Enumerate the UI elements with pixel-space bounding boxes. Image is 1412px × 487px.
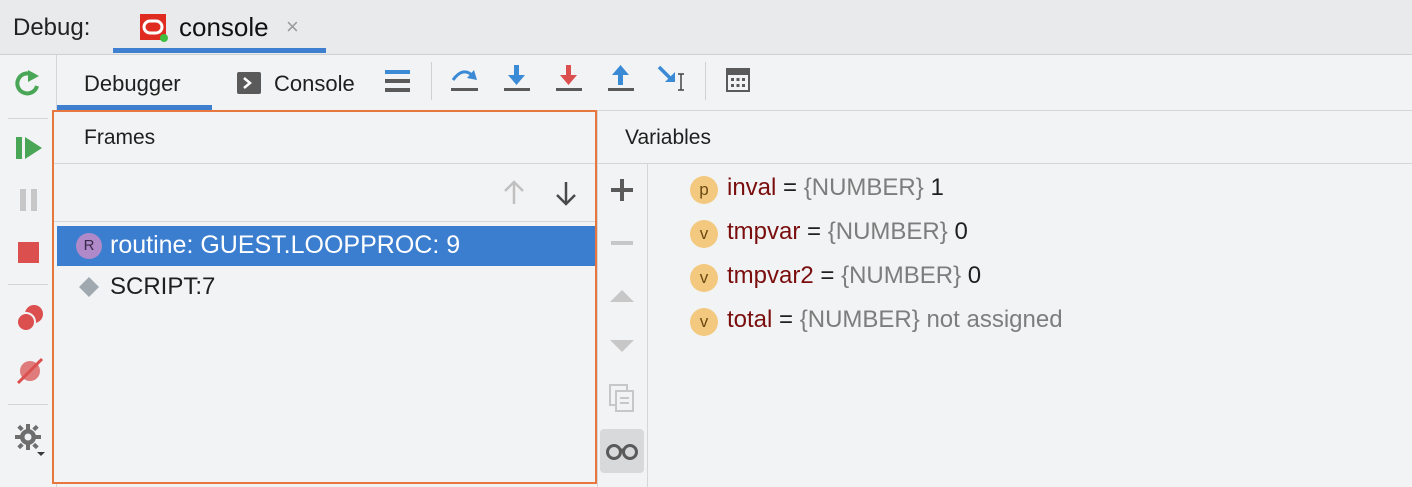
variable-value: 1	[930, 174, 944, 201]
close-icon[interactable]: ×	[286, 14, 299, 40]
divider	[54, 163, 595, 164]
frame-label: routine: GUEST.LOOPPROC: 9	[110, 231, 461, 259]
oracle-db-icon	[140, 14, 168, 42]
mute-breakpoints-icon[interactable]	[15, 356, 45, 386]
step-over-icon[interactable]	[450, 64, 480, 94]
variable-badge-icon: v	[690, 220, 718, 248]
toolbar-separator	[8, 118, 48, 119]
panel-divider[interactable]	[597, 110, 598, 487]
variables-title: Variables	[625, 126, 711, 149]
tab-debugger[interactable]: Debugger	[84, 71, 181, 97]
add-watch-plus-icon[interactable]	[611, 179, 633, 201]
routine-badge-icon: R	[76, 233, 102, 259]
variable-name: total	[727, 306, 773, 333]
active-tab-indicator	[113, 48, 326, 53]
remove-watch-minus-icon[interactable]	[611, 240, 633, 246]
console-tab-label: console	[179, 12, 269, 42]
variable-value: 0	[954, 218, 968, 245]
stop-icon[interactable]	[18, 242, 40, 264]
divider	[647, 164, 648, 487]
move-up-icon[interactable]	[609, 288, 635, 304]
duplicate-watch-icon[interactable]	[609, 384, 635, 412]
toolbar-separator	[8, 404, 48, 405]
variable-type: {NUMBER}	[827, 218, 948, 245]
divider	[598, 163, 1412, 164]
next-frame-arrow-down-icon[interactable]	[555, 180, 577, 206]
variable-type: {NUMBER}	[841, 262, 962, 289]
frame-label[interactable]: SCRIPT:7	[110, 273, 215, 301]
glasses-icon	[606, 444, 638, 460]
evaluate-expression-icon[interactable]	[726, 68, 750, 92]
force-step-into-icon[interactable]	[555, 64, 583, 94]
resume-icon[interactable]	[16, 136, 44, 162]
variable-value: 0	[967, 262, 982, 289]
settings-gear-icon[interactable]	[14, 422, 48, 456]
variable-name: tmpvar	[727, 218, 801, 245]
equals-sign: =	[820, 262, 835, 289]
toolbar-separator	[431, 62, 432, 100]
variable-type: {NUMBER}	[803, 174, 924, 201]
step-into-icon[interactable]	[503, 64, 531, 94]
script-diamond-icon	[79, 277, 99, 297]
variable-value: not assigned	[926, 306, 1063, 333]
variable-name: tmpvar2	[727, 262, 814, 289]
parameter-badge-icon: p	[690, 176, 718, 204]
toolbar-separator	[705, 62, 706, 100]
equals-sign: =	[783, 174, 798, 201]
view-breakpoints-icon[interactable]	[15, 303, 45, 333]
variable-badge-icon: v	[690, 264, 718, 292]
console-icon	[237, 72, 261, 94]
equals-sign: =	[779, 306, 794, 333]
step-out-icon[interactable]	[607, 64, 635, 94]
debug-label: Debug:	[13, 14, 91, 41]
run-to-cursor-icon[interactable]	[656, 64, 688, 94]
pause-icon[interactable]	[19, 188, 39, 212]
previous-frame-arrow-up-icon[interactable]	[503, 180, 525, 206]
equals-sign: =	[807, 218, 822, 245]
rerun-icon[interactable]	[15, 68, 43, 98]
show-execution-point-icon[interactable]	[385, 68, 411, 94]
toolbar-separator	[8, 284, 48, 285]
variable-type: {NUMBER}	[799, 306, 920, 333]
tab-console[interactable]: Console	[274, 71, 355, 97]
move-down-icon[interactable]	[609, 338, 635, 354]
frames-title: Frames	[84, 126, 156, 149]
divider	[54, 221, 595, 222]
variable-badge-icon: v	[690, 308, 718, 336]
variable-name: inval	[727, 174, 777, 201]
